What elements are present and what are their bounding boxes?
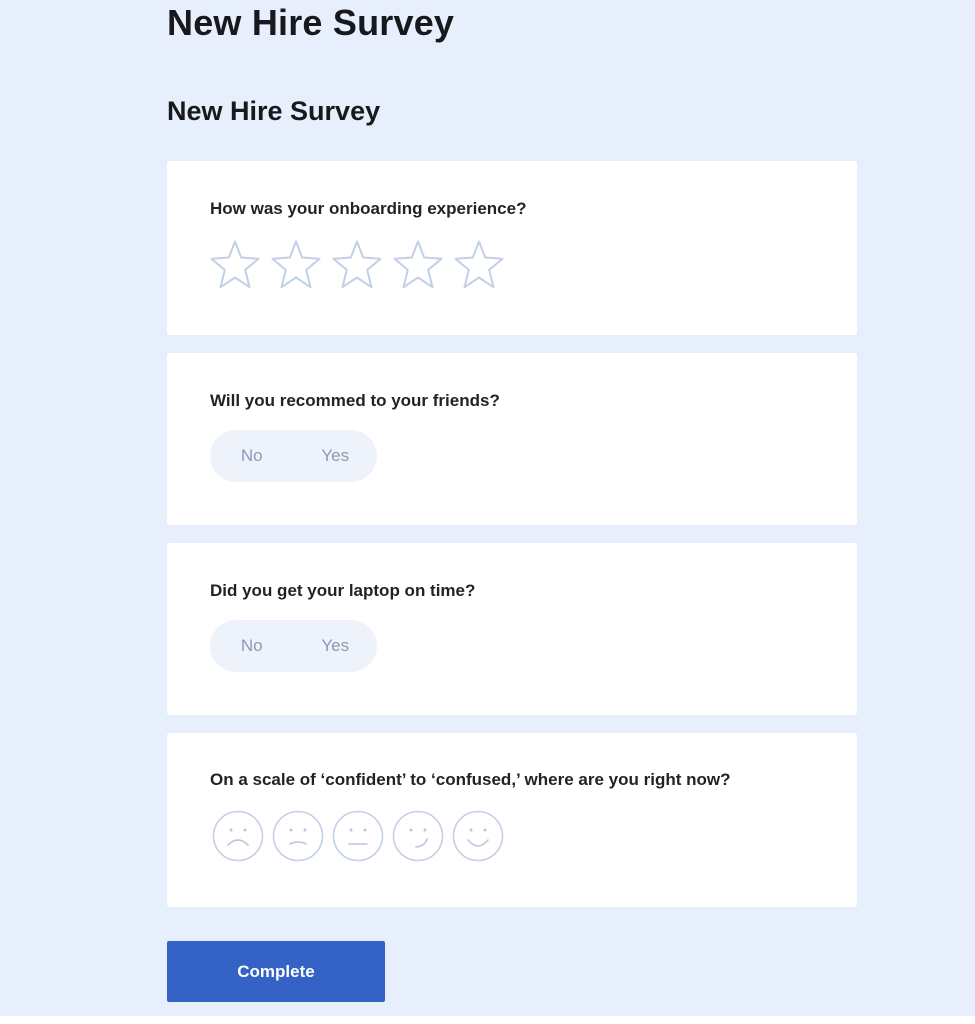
frown-face-icon[interactable] bbox=[212, 810, 264, 862]
smirk-face-icon[interactable] bbox=[392, 810, 444, 862]
yes-no-toggle: No Yes bbox=[210, 430, 377, 482]
option-no[interactable]: No bbox=[210, 430, 294, 482]
option-yes[interactable]: Yes bbox=[294, 620, 378, 672]
complete-button[interactable]: Complete bbox=[167, 941, 385, 1002]
star-icon[interactable] bbox=[331, 239, 383, 291]
question-card-recommend: Will you recommed to your friends? No Ye… bbox=[167, 353, 857, 525]
star-icon[interactable] bbox=[392, 239, 444, 291]
question-text: Did you get your laptop on time? bbox=[210, 581, 476, 600]
question-card-onboarding: How was your onboarding experience? bbox=[167, 161, 857, 335]
question-card-laptop: Did you get your laptop on time? No Yes bbox=[167, 543, 857, 715]
option-yes[interactable]: Yes bbox=[294, 430, 378, 482]
neutral-face-icon[interactable] bbox=[332, 810, 384, 862]
star-icon[interactable] bbox=[209, 239, 261, 291]
page-title: New Hire Survey bbox=[167, 2, 455, 43]
survey-title: New Hire Survey bbox=[167, 96, 381, 126]
yes-no-toggle: No Yes bbox=[210, 620, 377, 672]
option-no[interactable]: No bbox=[210, 620, 294, 672]
question-text: On a scale of ‘confident’ to ‘confused,’… bbox=[210, 770, 731, 789]
smile-face-icon[interactable] bbox=[452, 810, 504, 862]
question-text: Will you recommed to your friends? bbox=[210, 391, 500, 410]
emotion-rating bbox=[212, 810, 504, 862]
star-icon[interactable] bbox=[453, 239, 505, 291]
star-rating bbox=[209, 239, 505, 291]
sad-face-icon[interactable] bbox=[272, 810, 324, 862]
star-icon[interactable] bbox=[270, 239, 322, 291]
question-card-confidence: On a scale of ‘confident’ to ‘confused,’… bbox=[167, 733, 857, 907]
question-text: How was your onboarding experience? bbox=[210, 199, 527, 218]
